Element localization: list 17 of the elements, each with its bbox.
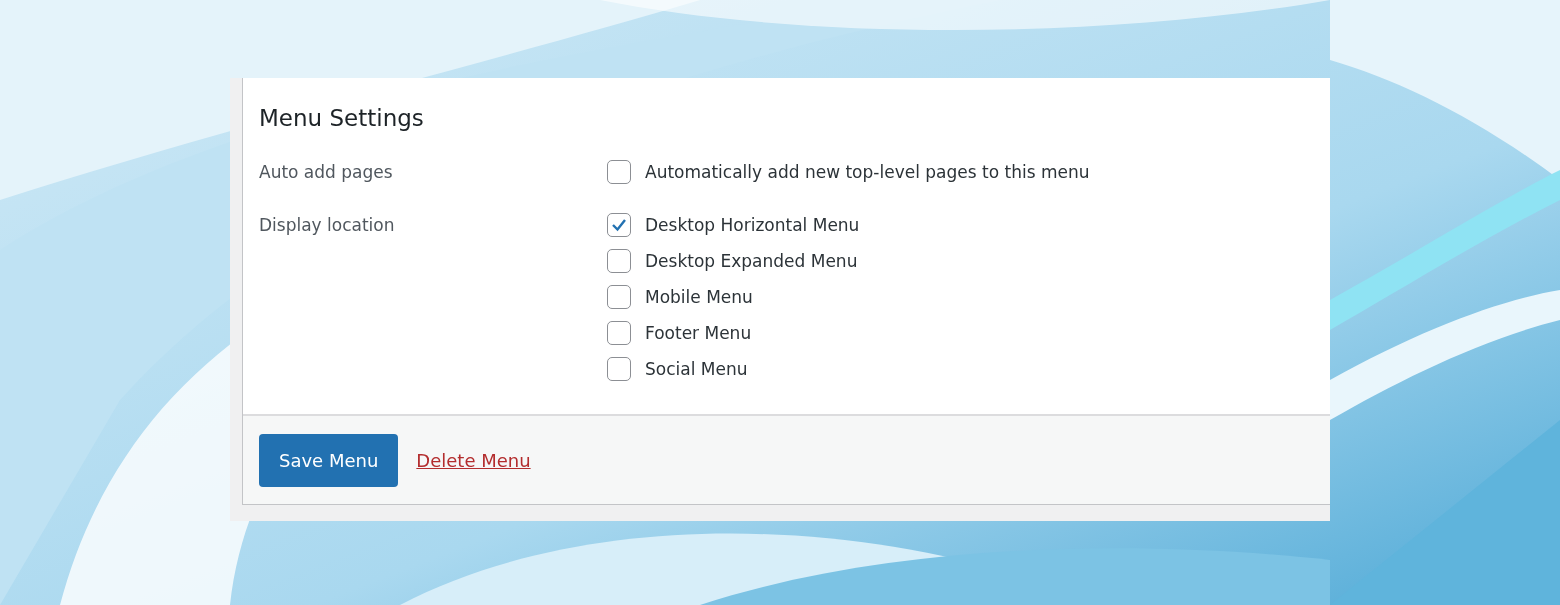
checkbox[interactable] (607, 357, 631, 381)
save-menu-button[interactable]: Save Menu (259, 433, 399, 487)
checkbox-label[interactable]: Desktop Horizontal Menu (645, 212, 860, 238)
section-title: Menu Settings (259, 104, 425, 133)
checkbox[interactable] (607, 249, 631, 273)
delete-menu-link[interactable]: Delete Menu (416, 449, 531, 471)
checkbox-label[interactable]: Footer Menu (645, 320, 752, 346)
setting-label: Auto add pages (259, 161, 394, 184)
checkbox-label[interactable]: Mobile Menu (645, 284, 753, 310)
checkbox[interactable] (607, 285, 631, 309)
checkbox[interactable] (607, 321, 631, 345)
setting-label: Display location (259, 214, 396, 237)
checkbox-label[interactable]: Social Menu (645, 356, 748, 382)
checkbox[interactable] (607, 160, 631, 184)
checkbox-label[interactable]: Automatically add new top-level pages to this menu (645, 159, 1090, 185)
checkbox[interactable] (607, 213, 631, 237)
checkbox-label[interactable]: Desktop Expanded Menu (645, 248, 858, 274)
